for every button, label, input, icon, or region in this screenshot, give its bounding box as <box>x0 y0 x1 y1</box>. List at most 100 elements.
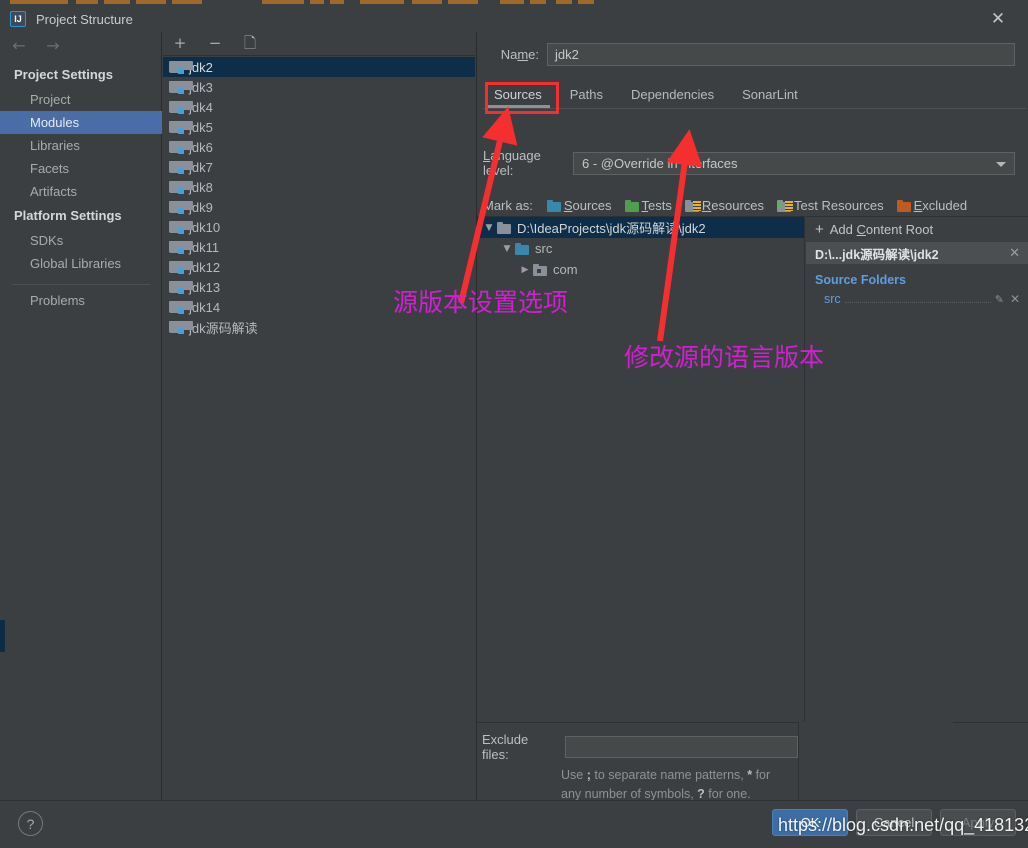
copy-module-icon[interactable]: 🗋 <box>242 36 258 51</box>
tab-sonarlint[interactable]: SonarLint <box>730 84 810 108</box>
module-folder-icon <box>169 181 193 194</box>
exclude-files-section: Exclude files: Use ; to separate name pa… <box>476 722 799 801</box>
module-list-item[interactable]: jdk7 <box>163 157 475 177</box>
source-folders-title: Source Folders <box>815 273 906 287</box>
module-list-item[interactable]: jdk9 <box>163 197 475 217</box>
sidebar-item-artifacts[interactable]: Artifacts <box>0 180 162 203</box>
mark-as-label-text: Sources <box>563 198 612 213</box>
close-icon[interactable]: ✕ <box>976 6 1020 32</box>
back-arrow-icon[interactable]: ← <box>10 36 28 55</box>
mark-as-label-text: Excluded <box>913 198 968 213</box>
plus-icon: + <box>815 221 824 238</box>
module-list-item[interactable]: jdk12 <box>163 257 475 277</box>
exclude-files-label: Exclude files: <box>482 732 529 762</box>
sidebar-group-platform-settings: Platform Settings <box>14 208 122 223</box>
menubar-item-2 <box>104 0 130 4</box>
sidebar-item-global-libraries[interactable]: Global Libraries <box>0 252 162 275</box>
folder-test-resources-icon <box>777 199 794 212</box>
mark-as-resources[interactable]: Resources <box>684 198 765 213</box>
menubar-item-6 <box>310 0 324 4</box>
module-name-row: Name: jdk2 <box>477 42 1028 66</box>
tree-twisty-icon[interactable]: ▶ <box>517 265 533 275</box>
mark-as-label: Mark as: <box>483 198 533 213</box>
tabs-underline <box>482 108 1027 109</box>
folder-sources-icon <box>546 199 561 212</box>
sidebar-item-libraries[interactable]: Libraries <box>0 134 162 157</box>
tree-node-package-folder[interactable]: ▶ com <box>477 259 804 280</box>
source-folder-name: src <box>824 292 841 306</box>
forward-arrow-icon[interactable]: → <box>44 36 62 55</box>
module-folder-icon <box>169 141 193 154</box>
tree-node-content-root[interactable]: ▼ D:\IdeaProjects\jdk源码解读\jdk2 <box>477 217 804 238</box>
tree-twisty-icon[interactable]: ▼ <box>481 223 497 233</box>
module-list-item[interactable]: jdk3 <box>163 77 475 97</box>
modules-toolbar: + − 🗋 <box>163 32 475 56</box>
help-icon[interactable]: ? <box>18 811 43 836</box>
mark-as-excluded[interactable]: Excluded <box>896 198 968 213</box>
module-name-input[interactable]: jdk2 <box>547 42 1015 66</box>
module-list-item[interactable]: jdk6 <box>163 137 475 157</box>
module-list-item[interactable]: jdk8 <box>163 177 475 197</box>
language-level-row: Language level: 6 - @Override in interfa… <box>477 148 1028 178</box>
tab-paths[interactable]: Paths <box>558 84 615 108</box>
sidebar-item-facets[interactable]: Facets <box>0 157 162 180</box>
sidebar-item-problems[interactable]: Problems <box>0 289 162 312</box>
menubar-item-11 <box>500 0 524 4</box>
language-level-value: 6 - @Override in interfaces <box>582 155 738 171</box>
sidebar-item-project[interactable]: Project <box>0 88 162 111</box>
module-folder-icon <box>169 101 193 114</box>
add-module-icon[interactable]: + <box>172 36 188 51</box>
hint-text: Use <box>561 768 587 782</box>
tree-folder-icon <box>515 242 529 255</box>
modules-panel: + − 🗋 jdk2 jdk3 jdk4 jdk5 jdk6 jdk7 jdk8 jdk9 jd… <box>163 32 475 800</box>
exclude-files-input[interactable] <box>564 736 798 758</box>
close-icon[interactable]: ✕ <box>1010 292 1020 306</box>
modules-list[interactable]: jdk2 jdk3 jdk4 jdk5 jdk6 jdk7 jdk8 jdk9 jdk10 jdk… <box>163 57 475 800</box>
module-list-item[interactable]: jdk11 <box>163 237 475 257</box>
mark-as-test-resources[interactable]: Test Resources <box>777 198 884 213</box>
left-edge-marker <box>0 620 5 652</box>
source-folder-item[interactable]: src ✎ ✕ <box>806 290 1028 308</box>
module-list-item[interactable]: jdk5 <box>163 117 475 137</box>
module-folder-icon <box>169 321 193 334</box>
mark-as-sources[interactable]: Sources <box>546 198 612 213</box>
hint-text-3: for <box>752 768 771 782</box>
annotation-label-source-version: 源版本设置选项 <box>393 288 569 317</box>
module-editor-panel: Name: jdk2 Sources Paths Dependencies Sonar… <box>476 32 1028 800</box>
tree-twisty-icon[interactable]: ▼ <box>499 244 515 254</box>
folder-resources-icon <box>684 199 701 212</box>
mark-as-tests[interactable]: Tests <box>624 198 672 213</box>
menubar-item-3 <box>136 0 166 4</box>
intellij-logo-icon: IJ <box>10 11 26 27</box>
sidebar-item-modules[interactable]: Modules <box>0 111 162 134</box>
remove-content-root-icon[interactable]: ✕ <box>1009 246 1020 261</box>
pencil-icon[interactable]: ✎ <box>995 293 1004 306</box>
menubar-item-5 <box>262 0 304 4</box>
sidebar-divider <box>12 284 150 285</box>
remove-module-icon[interactable]: − <box>207 36 223 51</box>
language-level-label: Language level: <box>483 148 541 178</box>
tree-folder-icon <box>533 263 547 276</box>
add-content-root-button[interactable]: + Add Content Root <box>806 217 1028 242</box>
menubar-item-0 <box>10 0 68 4</box>
hint-text-5: for one. <box>704 787 751 801</box>
menubar-item-14 <box>578 0 594 4</box>
exclude-right-filler <box>953 722 1028 800</box>
annotation-label-language-version: 修改源的语言版本 <box>624 343 825 372</box>
add-content-root-label: Add Content Root <box>829 222 934 237</box>
tab-sources[interactable]: Sources <box>482 84 554 108</box>
language-level-dropdown[interactable]: 6 - @Override in interfaces <box>573 151 1015 175</box>
sidebar-item-sdks[interactable]: SDKs <box>0 229 162 252</box>
module-list-item[interactable]: jdk2 <box>163 57 475 77</box>
menubar-item-1 <box>76 0 98 4</box>
module-list-item[interactable]: jdk4 <box>163 97 475 117</box>
tree-node-source-folder[interactable]: ▼ src <box>477 238 804 259</box>
module-list-item[interactable]: jdk10 <box>163 217 475 237</box>
tab-dependencies[interactable]: Dependencies <box>619 84 726 108</box>
module-name: jdk14 <box>189 299 221 315</box>
mark-as-toolbar: Mark as: Sources Tests Resources Test Resou… <box>477 195 1028 216</box>
content-root-header: D:\...jdk源码解读\jdk2 ✕ <box>806 242 1028 264</box>
module-folder-icon <box>169 221 193 234</box>
module-list-item[interactable]: jdk源码解读 <box>163 317 475 337</box>
mark-as-label-text: Resources <box>701 198 765 213</box>
